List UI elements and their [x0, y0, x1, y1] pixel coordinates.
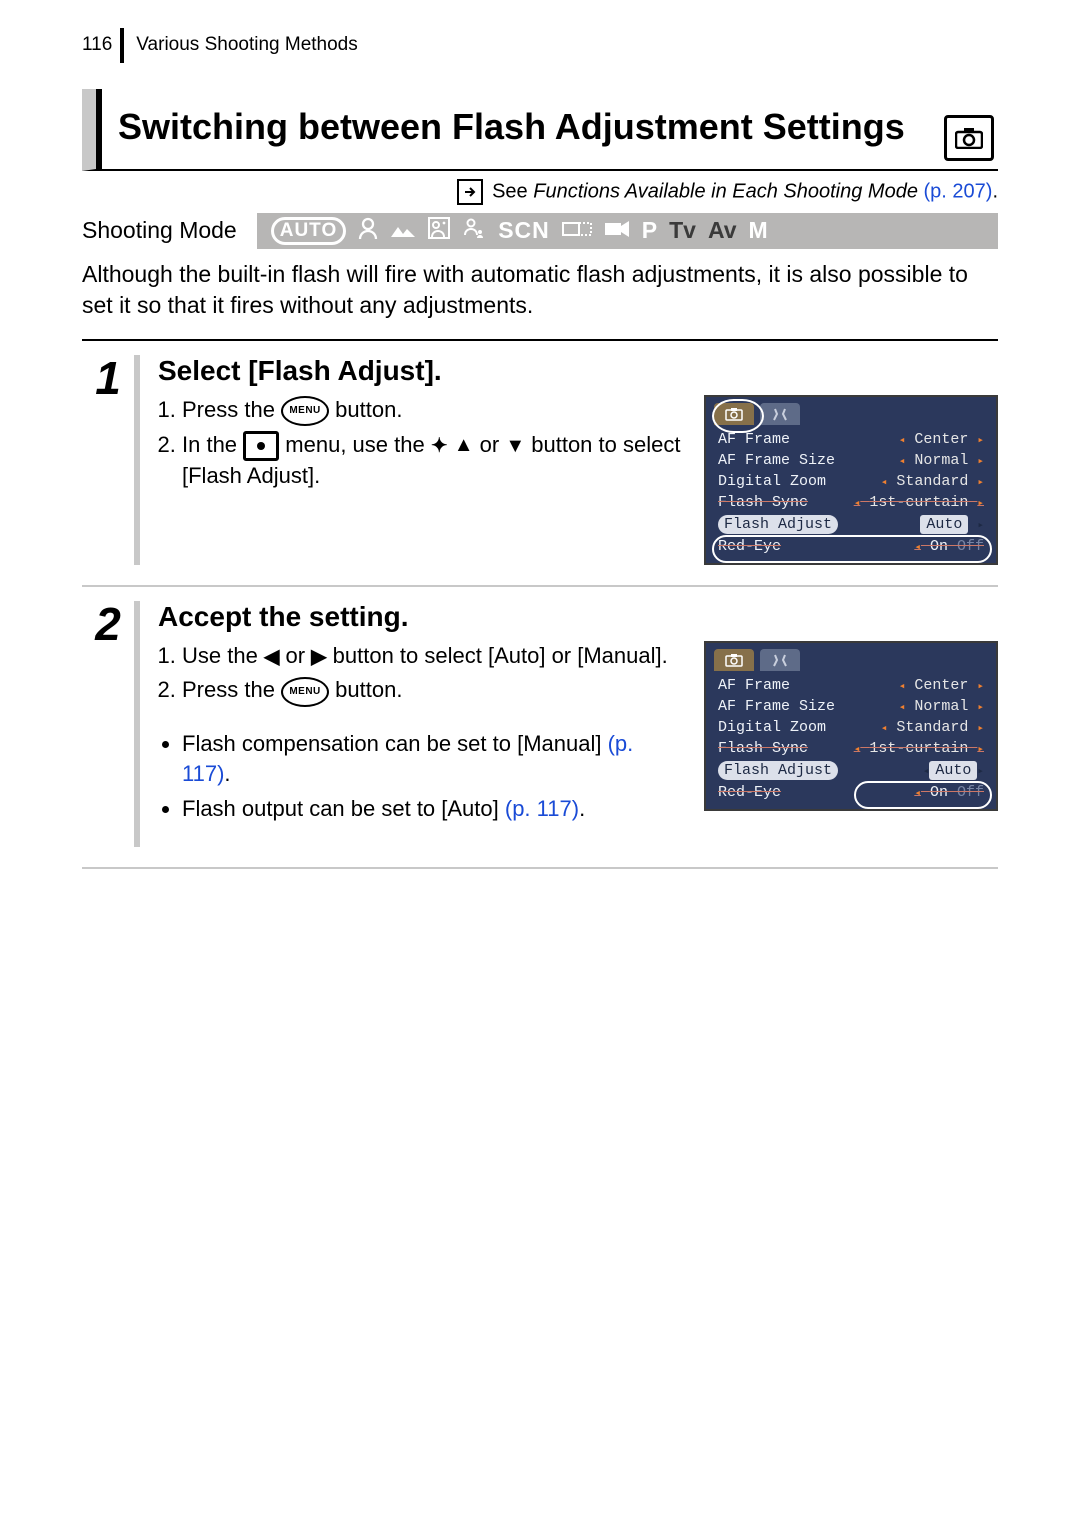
step2-instruction-1: Use the ◀ or ▶ button to select [Auto] o…	[182, 641, 684, 672]
up-arrow-icon: ✦	[431, 435, 448, 457]
mode-portrait-icon	[358, 217, 378, 245]
lcd-value-wrap: ◂ Normal ▸	[899, 698, 984, 715]
rec-menu-icon	[243, 431, 279, 461]
page-title: Switching between Flash Adjustment Setti…	[118, 106, 944, 147]
arrow-right-icon	[457, 179, 483, 205]
step-number: 2	[95, 601, 121, 847]
step-title: Select [Flash Adjust].	[158, 355, 998, 387]
lcd-tab-tools-icon	[760, 403, 800, 425]
up-arrow-icon: ▲	[454, 431, 474, 459]
step-title: Accept the setting.	[158, 601, 998, 633]
lcd-row: Flash Sync ◂ 1st-curtain ▸	[714, 738, 988, 759]
mode-auto-icon: AUTO	[271, 217, 346, 245]
lcd-label: Red-Eye	[718, 784, 781, 801]
lcd-label: Flash Sync	[718, 494, 808, 511]
lcd-row: Flash Adjust Auto ▸	[714, 513, 988, 536]
mode-movie-icon	[604, 217, 630, 244]
see-prefix: See	[492, 180, 533, 202]
lcd-label: AF Frame	[718, 431, 790, 448]
lcd-row: AF Frame ◂ Center ▸	[714, 675, 988, 696]
lcd-row: AF Frame Size ◂ Normal ▸	[714, 696, 988, 717]
lcd-tab-rec-icon	[714, 403, 754, 425]
page-link[interactable]: (p. 117)	[505, 796, 579, 821]
lcd-label: Digital Zoom	[718, 473, 826, 490]
lcd-label: AF Frame Size	[718, 698, 835, 715]
see-title: Functions Available in Each Shooting Mod…	[533, 180, 918, 202]
lcd-label: Red-Eye	[718, 538, 781, 555]
lcd-tab-rec-icon	[714, 649, 754, 671]
lcd-value-wrap: ◂ On Off	[914, 784, 984, 801]
lcd-value-wrap: ◂ Standard ▸	[881, 719, 984, 736]
title-block: Switching between Flash Adjustment Setti…	[82, 89, 998, 171]
shooting-mode-label: Shooting Mode	[82, 217, 237, 244]
lcd-row: Red-Eye ◂ On Off	[714, 782, 988, 803]
lcd-label: AF Frame Size	[718, 452, 835, 469]
lcd-value-wrap: ◂ Center ▸	[899, 677, 984, 694]
camera-mode-icon	[944, 115, 994, 161]
lcd-row: Red-Eye ◂ On Off	[714, 536, 988, 557]
menu-button-icon: MENU	[281, 396, 329, 426]
lcd-value-wrap: ◂ Center ▸	[899, 431, 984, 448]
lcd-tab-tools-icon	[760, 649, 800, 671]
lcd-screenshot-2: AF Frame ◂ Center ▸ AF Frame Size ◂ Normal …	[704, 641, 998, 811]
lcd-screenshot-1: AF Frame ◂ Center ▸ AF Frame Size ◂ Normal …	[704, 395, 998, 565]
lcd-label: Flash Adjust	[718, 761, 838, 780]
step2-bullet-2: Flash output can be set to [Auto] (p. 11…	[182, 794, 684, 825]
step1-instruction-1: Press the MENU button.	[182, 395, 684, 426]
lcd-row: Digital Zoom ◂ Standard ▸	[714, 717, 988, 738]
see-dot: .	[992, 180, 998, 202]
step-2: 2 Accept the setting. Use the ◀ or ▶ but…	[82, 587, 998, 869]
see-page-link[interactable]: (p. 207)	[924, 180, 993, 202]
mode-p-label: P	[642, 217, 657, 244]
lcd-row: AF Frame Size ◂ Normal ▸	[714, 450, 988, 471]
intro-text: Although the built-in flash will fire wi…	[82, 259, 998, 321]
lcd-label: Digital Zoom	[718, 719, 826, 736]
lcd-label: Flash Adjust	[718, 515, 838, 534]
lcd-value-wrap: ◂ Normal ▸	[899, 452, 984, 469]
page-number: 116	[82, 28, 124, 63]
lcd-value-wrap: ◂ On Off	[914, 538, 984, 555]
mode-night-icon	[428, 217, 450, 245]
lcd-row: Flash Adjust ◂Auto▸	[714, 759, 988, 782]
lcd-row: AF Frame ◂ Center ▸	[714, 429, 988, 450]
mode-strip: AUTO SCN P Tv Av M	[257, 213, 998, 249]
left-arrow-icon: ◀	[264, 646, 279, 668]
mode-m-label: M	[749, 217, 768, 244]
shooting-mode-row: Shooting Mode AUTO SCN P Tv Av M	[82, 213, 998, 249]
step-number: 1	[95, 355, 121, 565]
mode-av-label: Av	[708, 217, 737, 244]
section-name: Various Shooting Methods	[136, 34, 357, 56]
step1-instruction-2: In the menu, use the ✦ placeholder ▲ or …	[182, 430, 684, 492]
step-1: 1 Select [Flash Adjust]. Press the MENU …	[82, 341, 998, 587]
mode-scn-label: SCN	[498, 217, 550, 244]
lcd-row: Flash Sync ◂ 1st-curtain ▸	[714, 492, 988, 513]
lcd-value-wrap: ◂ 1st-curtain ▸	[854, 494, 984, 511]
lcd-value-wrap: Auto ▸	[920, 516, 984, 533]
lcd-value-wrap: ◂ 1st-curtain ▸	[854, 740, 984, 757]
see-reference: See Functions Available in Each Shooting…	[82, 179, 998, 205]
lcd-label: Flash Sync	[718, 740, 808, 757]
step2-instruction-2: Press the MENU button.	[182, 675, 684, 706]
lcd-label: AF Frame	[718, 677, 790, 694]
down-arrow-icon: ▼	[505, 435, 525, 457]
lcd-value-wrap: ◂Auto▸	[923, 762, 984, 779]
lcd-value-wrap: ◂ Standard ▸	[881, 473, 984, 490]
lcd-row: Digital Zoom ◂ Standard ▸	[714, 471, 988, 492]
mode-kids-pets-icon	[462, 217, 486, 245]
page-header: 116 Various Shooting Methods	[82, 28, 998, 63]
right-arrow-icon: ▶	[311, 646, 326, 668]
step2-bullet-1: Flash compensation can be set to [Manual…	[182, 729, 684, 791]
mode-tv-label: Tv	[669, 217, 696, 244]
mode-landscape-icon	[390, 217, 416, 244]
menu-button-icon: MENU	[281, 677, 329, 707]
mode-stitch-icon	[562, 217, 592, 244]
